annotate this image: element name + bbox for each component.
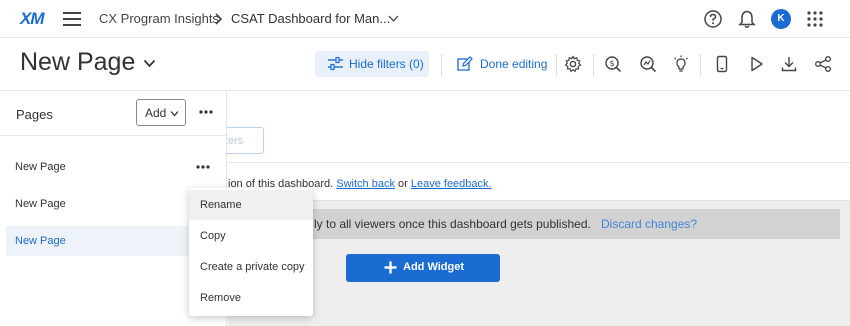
unpublished-changes-banner: ly to all viewers once this dashboard ge… <box>228 209 840 239</box>
page-list-item[interactable]: New Page <box>6 189 220 219</box>
divider <box>593 54 594 76</box>
page-context-menu: Rename Copy Create a private copy Remove <box>189 188 313 316</box>
plus-icon <box>384 261 397 274</box>
done-editing-button[interactable]: Done editing <box>456 51 552 77</box>
add-widget-label: Add Widget <box>403 261 464 273</box>
chevron-down-icon[interactable] <box>388 14 399 23</box>
menu-item-rename[interactable]: Rename <box>189 190 313 220</box>
sliders-icon <box>328 57 343 71</box>
gear-icon[interactable] <box>564 55 582 73</box>
page-list-item-active[interactable]: New Page <box>6 226 220 256</box>
help-icon[interactable] <box>703 9 723 29</box>
page-item-label: New Page <box>15 198 66 210</box>
share-icon[interactable] <box>814 55 832 73</box>
lightbulb-icon[interactable] <box>672 55 690 73</box>
add-widget-button[interactable]: Add Widget <box>346 254 500 282</box>
menu-item-label: Remove <box>200 292 241 304</box>
menu-item-copy[interactable]: Copy <box>189 221 313 251</box>
pages-heading: Pages <box>16 107 53 122</box>
pencil-icon <box>457 56 473 71</box>
xm-logo[interactable]: XM <box>20 9 44 29</box>
page-title[interactable]: New Page <box>20 48 135 77</box>
done-editing-label: Done editing <box>480 57 548 71</box>
page-item-label: New Page <box>15 235 66 247</box>
breadcrumb-project[interactable]: CX Program Insights <box>99 11 219 26</box>
leave-feedback-link[interactable]: Leave feedback. <box>411 178 492 190</box>
page-list-item[interactable]: New Page <box>6 152 220 182</box>
mobile-icon[interactable] <box>713 55 731 73</box>
add-page-button[interactable]: Add <box>136 99 186 126</box>
avatar[interactable]: K <box>771 9 791 29</box>
chevron-down-icon[interactable] <box>143 59 156 68</box>
menu-item-label: Rename <box>200 199 242 211</box>
divider <box>228 162 850 163</box>
bell-icon[interactable] <box>737 9 757 29</box>
hide-filters-label: Hide filters (0) <box>349 57 424 71</box>
menu-item-label: Copy <box>200 230 226 242</box>
play-icon[interactable] <box>747 55 765 73</box>
menu-icon[interactable] <box>63 11 81 27</box>
more-options-icon[interactable] <box>195 162 211 172</box>
dashboard-toolbar: New Page Hide filters (0) Done editing $ <box>0 38 850 91</box>
chevron-down-icon <box>170 111 179 117</box>
search-chart-icon[interactable] <box>639 55 657 73</box>
search-dollar-icon[interactable]: $ <box>604 55 622 73</box>
menu-item-create-private-copy[interactable]: Create a private copy <box>189 252 313 282</box>
chevron-right-icon <box>215 13 223 25</box>
add-page-label: Add <box>145 106 167 120</box>
menu-item-label: Create a private copy <box>200 261 305 273</box>
download-icon[interactable] <box>780 55 798 73</box>
more-options-icon[interactable] <box>198 105 214 119</box>
divider <box>441 54 442 76</box>
switch-back-link[interactable]: Switch back <box>336 178 395 190</box>
hide-filters-button[interactable]: Hide filters (0) <box>315 51 429 77</box>
breadcrumb-dashboard[interactable]: CSAT Dashboard for Man... <box>231 11 390 26</box>
divider <box>0 135 226 136</box>
divider <box>700 54 701 76</box>
discard-changes-link[interactable]: Discard changes? <box>601 217 697 231</box>
page-item-label: New Page <box>15 161 66 173</box>
top-app-bar: XM CX Program Insights CSAT Dashboard fo… <box>0 0 850 38</box>
notice-connector: or <box>394 178 411 190</box>
banner-message: ly to all viewers once this dashboard ge… <box>314 217 591 231</box>
svg-text:$: $ <box>609 59 614 68</box>
apps-grid-icon[interactable] <box>805 9 825 29</box>
divider <box>556 54 557 76</box>
menu-item-remove[interactable]: Remove <box>189 283 313 313</box>
dashboard-canvas: ilters ion of this dashboard. Switch bac… <box>220 91 850 326</box>
